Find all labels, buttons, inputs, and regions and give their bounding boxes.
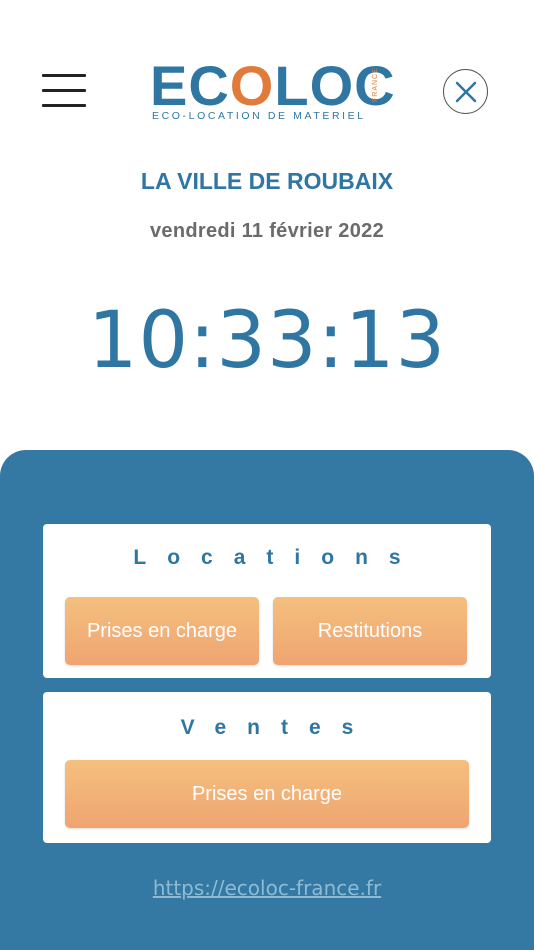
logo-accent-letter: O — [229, 54, 275, 117]
menu-bar — [42, 74, 86, 77]
locations-returns-button[interactable]: Restitutions — [273, 597, 467, 665]
logo-country: FRANCE — [372, 67, 379, 102]
website-link[interactable]: https://ecoloc-france.fr — [0, 876, 534, 900]
ventes-pickup-button[interactable]: Prises en charge — [65, 760, 469, 828]
locations-title: Locations — [133, 546, 422, 569]
city-title: LA VILLE DE ROUBAIX — [140, 168, 394, 194]
locations-card: Locations Prises en charge Restitutions — [43, 524, 491, 678]
menu-bar — [42, 104, 86, 107]
ventes-card: Ventes Prises en charge — [43, 692, 491, 843]
close-icon — [455, 81, 476, 102]
ecoloc-logo: ECOLOC FRANCE ECO-LOCATION DE MATERIEL — [146, 56, 395, 126]
logo-tagline: ECO-LOCATION DE MATERIEL — [152, 110, 366, 122]
logo-wordmark: ECOLOC — [150, 54, 396, 117]
current-date: vendredi 11 février 2022 — [149, 220, 385, 242]
close-button[interactable] — [443, 69, 488, 114]
menu-bar — [42, 89, 86, 92]
current-time: 10:33:13 — [87, 296, 447, 386]
ventes-title: Ventes — [180, 716, 375, 739]
menu-button[interactable] — [42, 74, 86, 108]
locations-pickup-button[interactable]: Prises en charge — [65, 597, 259, 665]
